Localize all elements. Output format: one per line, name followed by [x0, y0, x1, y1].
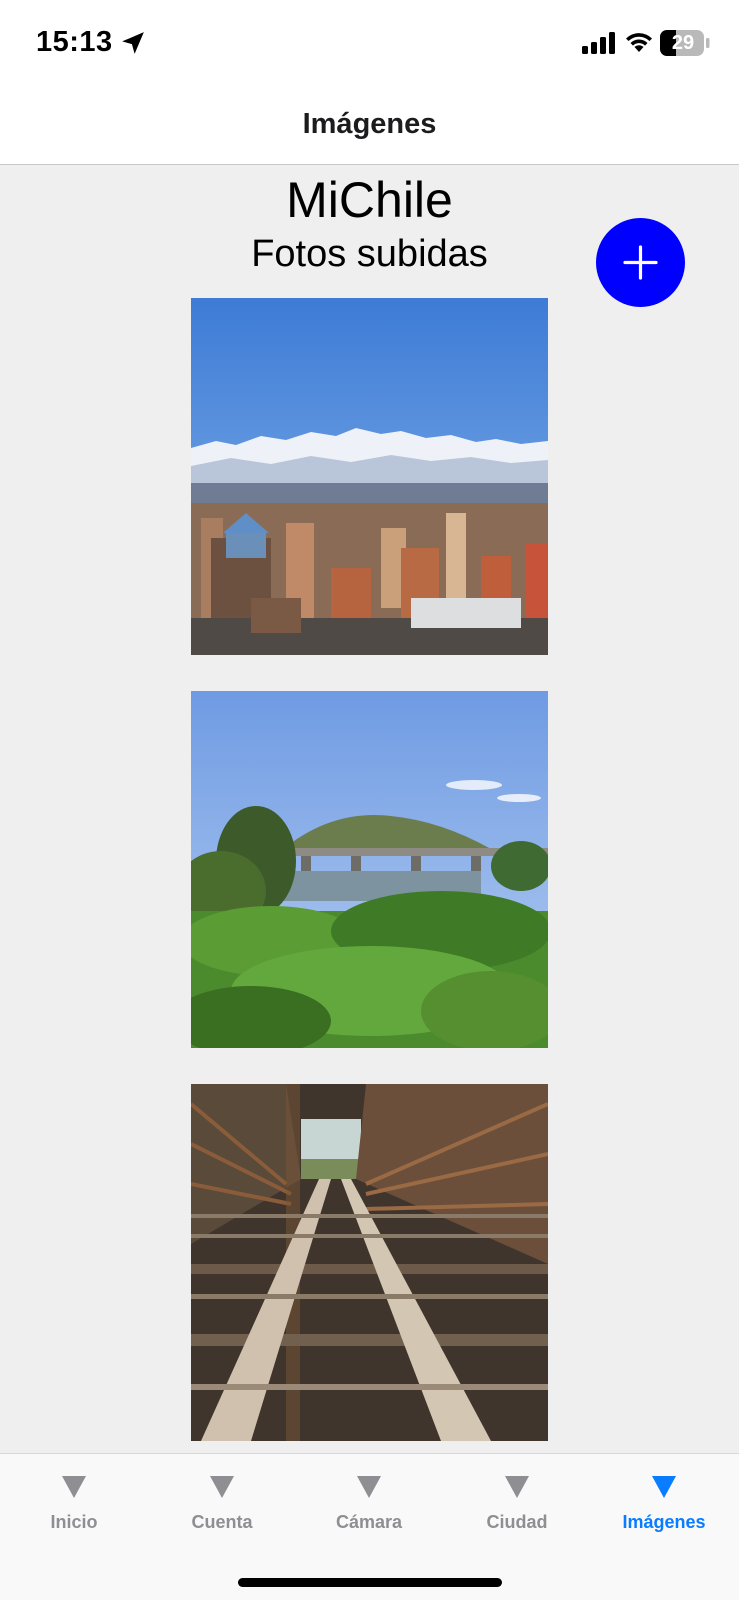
- photo-city-skyline[interactable]: [191, 298, 548, 655]
- triangle-down-icon: [652, 1476, 676, 1498]
- triangle-down-icon: [210, 1476, 234, 1498]
- tab-label: Ciudad: [486, 1512, 548, 1532]
- tab-camara[interactable]: Cámara: [295, 1454, 443, 1554]
- city-skyline-image: [191, 298, 548, 655]
- tab-label: Cámara: [335, 1512, 403, 1532]
- tab-imagenes[interactable]: Imágenes: [590, 1454, 738, 1554]
- battery-level: 29: [671, 32, 695, 54]
- railway-bridge-image: [191, 1084, 548, 1441]
- nav-title: Imágenes: [302, 108, 437, 140]
- location-arrow-icon: [122, 32, 144, 54]
- river-bridge-image: [191, 691, 548, 1048]
- tab-label: Inicio: [50, 1512, 98, 1532]
- tab-label: Cuenta: [191, 1512, 253, 1532]
- status-bar: 15:13 29: [0, 0, 739, 88]
- wifi-icon: [626, 33, 652, 52]
- tab-ciudad[interactable]: Ciudad: [443, 1454, 591, 1554]
- triangle-down-icon: [505, 1476, 529, 1498]
- status-time: 15:13: [36, 26, 113, 58]
- photo-river-bridge[interactable]: [191, 691, 548, 1048]
- navigation-bar: Imágenes: [0, 88, 739, 165]
- triangle-down-icon: [357, 1476, 381, 1498]
- tab-cuenta[interactable]: Cuenta: [148, 1454, 296, 1554]
- main-content[interactable]: MiChile Fotos subidas: [0, 165, 739, 1453]
- home-indicator[interactable]: [238, 1578, 502, 1587]
- tab-inicio[interactable]: Inicio: [0, 1454, 148, 1554]
- cellular-signal-icon: [582, 32, 615, 54]
- tab-label: Imágenes: [622, 1512, 706, 1532]
- add-photo-button[interactable]: [596, 218, 685, 307]
- plus-icon: [623, 245, 658, 280]
- photo-railway-bridge[interactable]: [191, 1084, 548, 1441]
- triangle-down-icon: [62, 1476, 86, 1498]
